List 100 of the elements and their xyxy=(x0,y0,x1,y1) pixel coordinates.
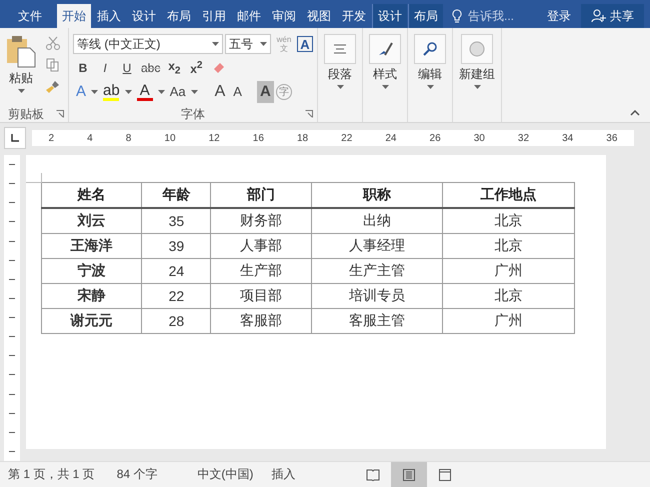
ruler-number: 34 xyxy=(562,132,574,144)
circle-icon xyxy=(469,41,485,57)
ruler-number: 22 xyxy=(341,132,352,144)
font-name-field[interactable]: 等线 (中文正文) xyxy=(73,34,223,54)
ruler-number: 12 xyxy=(208,132,220,144)
insert-mode: 插入 xyxy=(271,466,296,483)
ribbon-tab[interactable]: 布局 xyxy=(408,4,443,28)
ribbon-tab[interactable]: 设计 xyxy=(127,4,161,28)
table-cell: 广州 xyxy=(442,258,574,284)
ribbon-tab[interactable]: 开发 xyxy=(337,4,371,28)
font-effect-button[interactable]: Aa xyxy=(166,81,189,103)
collapse-ribbon-icon[interactable] xyxy=(630,110,640,116)
table-cell: 客服主管 xyxy=(311,308,443,334)
brush-icon xyxy=(46,80,60,94)
format-button[interactable]: x$_{2}$ xyxy=(164,57,184,79)
table-cell: 北京 xyxy=(442,284,574,308)
page-icon xyxy=(403,468,416,480)
shrink-font-button[interactable]: A xyxy=(230,81,245,103)
tell-me-field[interactable]: 告诉我... xyxy=(466,8,530,24)
caret-icon xyxy=(426,85,434,89)
ruler-number: 18 xyxy=(296,132,308,144)
caret-icon xyxy=(260,42,267,46)
ruler-number: 32 xyxy=(518,132,530,144)
table-cell: 生产主管 xyxy=(311,258,443,284)
ribbon-button[interactable]: 段落 xyxy=(322,32,358,122)
table-cell: 王海洋 xyxy=(42,234,142,258)
ruler-number: 24 xyxy=(385,132,396,144)
caret-icon xyxy=(18,89,24,93)
language-indicator: 中文(中国) xyxy=(197,466,254,483)
caret-icon xyxy=(336,85,344,89)
ribbon-tab[interactable]: 设计 xyxy=(372,4,407,28)
font-effect-button[interactable]: A xyxy=(134,81,156,103)
table-cell: 24 xyxy=(142,258,211,284)
table-header-cell: 部门 xyxy=(210,182,312,208)
paste-button[interactable]: 粘贴 xyxy=(4,32,38,106)
caret-icon xyxy=(212,42,219,46)
table-cell: 22 xyxy=(142,284,211,308)
table-cell: 宋静 xyxy=(42,284,142,308)
ribbon-button[interactable]: 编辑 xyxy=(412,32,448,122)
table-header-cell: 年龄 xyxy=(142,182,211,208)
caret-icon xyxy=(158,90,165,94)
page-count: 第 1 页，共 1 页 xyxy=(8,466,95,483)
table-cell: 刘云 xyxy=(42,208,142,234)
ribbon-button[interactable]: 新建组 xyxy=(457,32,497,122)
format-button[interactable]: U xyxy=(117,57,137,79)
margin-corner-mark xyxy=(26,173,42,183)
table-cell: 39 xyxy=(142,234,211,258)
table-header-cell: 工作地点 xyxy=(442,182,574,208)
table-cell: 财务部 xyxy=(210,208,312,234)
character-border-button[interactable]: A xyxy=(297,36,313,52)
caret-icon xyxy=(124,90,132,94)
ruler-number: 26 xyxy=(430,132,441,144)
table-cell: 生产部 xyxy=(210,258,312,284)
ribbon-tab[interactable]: 开始 xyxy=(57,4,91,28)
ruler-number: 36 xyxy=(606,132,618,144)
table-cell: 28 xyxy=(142,308,211,334)
table-cell: 广州 xyxy=(442,308,574,334)
ribbon-tab[interactable]: 邮件 xyxy=(232,4,266,28)
word-count: 84 个字 xyxy=(116,466,158,483)
table-cell: 客服部 xyxy=(210,308,312,334)
table-cell: 北京 xyxy=(442,208,574,234)
table-header-cell: 姓名 xyxy=(42,182,142,208)
ruler-number: 8 xyxy=(126,132,132,144)
book-icon xyxy=(366,468,380,480)
table-cell: 北京 xyxy=(442,234,574,258)
ribbon-tab[interactable]: 审阅 xyxy=(267,4,301,28)
ruler-number: 4 xyxy=(87,132,93,144)
file-tab[interactable]: 文件 xyxy=(4,4,56,28)
view-button[interactable] xyxy=(391,462,428,487)
dialog-launcher-icon[interactable] xyxy=(305,110,313,118)
ribbon-tab[interactable]: 视图 xyxy=(302,4,336,28)
share-button[interactable]: 共享 xyxy=(581,4,644,28)
table-cell: 35 xyxy=(142,208,211,234)
ribbon-tab[interactable]: 布局 xyxy=(162,4,196,28)
caret-icon xyxy=(382,85,388,89)
format-button[interactable]: x$^{2}$ xyxy=(186,57,206,79)
tab-selector[interactable] xyxy=(4,127,26,149)
lightbulb-icon xyxy=(452,9,462,23)
ribbon-tab[interactable]: 插入 xyxy=(92,4,126,28)
format-button[interactable]: B xyxy=(73,57,93,79)
table-cell: 出纳 xyxy=(311,208,443,234)
font-effect-button[interactable]: ab xyxy=(100,81,123,103)
caret-icon xyxy=(474,85,480,89)
ribbon-button[interactable]: 样式 xyxy=(367,32,403,122)
table-cell: 人事经理 xyxy=(311,234,443,258)
font-size-field[interactable]: 五号 xyxy=(225,34,271,54)
format-button[interactable]: I xyxy=(95,57,115,79)
table-cell: 培训专员 xyxy=(311,284,443,308)
ribbon-tab[interactable]: 引用 xyxy=(197,4,231,28)
ruler-number: 10 xyxy=(164,132,176,144)
font-effect-button[interactable]: A xyxy=(73,81,90,103)
table-cell: 宁波 xyxy=(42,258,142,284)
clipboard-icon xyxy=(6,34,36,68)
grow-font-button[interactable]: A xyxy=(212,81,228,103)
paragraph-icon xyxy=(333,44,347,54)
dialog-launcher-icon[interactable] xyxy=(56,110,64,118)
group-label: 剪贴板 xyxy=(8,106,44,122)
character-shading-button[interactable]: A xyxy=(256,81,274,103)
sign-in-link[interactable]: 登录 xyxy=(537,4,581,28)
web-page-icon xyxy=(439,468,452,480)
